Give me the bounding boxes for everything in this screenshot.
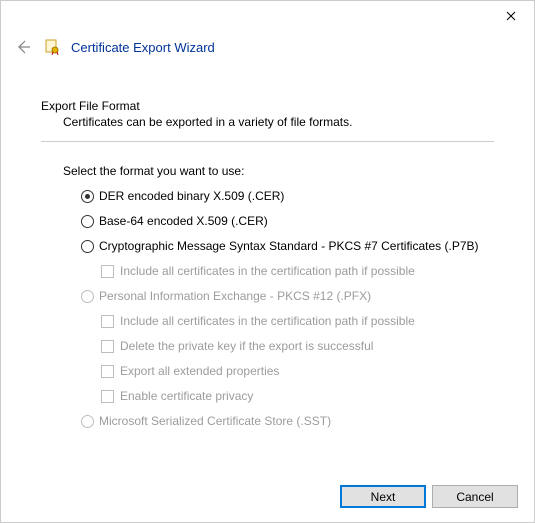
option-base64[interactable]: Base-64 encoded X.509 (.CER) — [81, 213, 494, 229]
page-heading: Export File Format — [41, 99, 494, 113]
option-label: DER encoded binary X.509 (.CER) — [99, 188, 284, 204]
close-button[interactable] — [488, 1, 534, 31]
checkbox-label: Include all certificates in the certific… — [120, 263, 415, 279]
close-icon — [506, 11, 516, 21]
checkbox-pfx-delete-key: Delete the private key if the export is … — [101, 338, 494, 354]
radio-icon — [81, 290, 94, 303]
option-der[interactable]: DER encoded binary X.509 (.CER) — [81, 188, 494, 204]
checkbox-icon — [101, 340, 114, 353]
wizard-footer: Next Cancel — [340, 485, 518, 508]
next-button[interactable]: Next — [340, 485, 426, 508]
back-arrow-icon — [15, 39, 31, 55]
radio-icon — [81, 215, 94, 228]
checkbox-pkcs7-include-chain: Include all certificates in the certific… — [101, 263, 494, 279]
option-pkcs7[interactable]: Cryptographic Message Syntax Standard - … — [81, 238, 494, 254]
radio-icon — [81, 415, 94, 428]
wizard-content: Export File Format Certificates can be e… — [1, 57, 534, 429]
cancel-button[interactable]: Cancel — [432, 485, 518, 508]
wizard-header: Certificate Export Wizard — [1, 33, 534, 57]
option-pfx: Personal Information Exchange - PKCS #12… — [81, 288, 494, 304]
option-sst: Microsoft Serialized Certificate Store (… — [81, 413, 494, 429]
certificate-icon — [43, 38, 61, 56]
checkbox-pfx-cert-privacy: Enable certificate privacy — [101, 388, 494, 404]
format-prompt: Select the format you want to use: — [41, 164, 494, 178]
option-label: Cryptographic Message Syntax Standard - … — [99, 238, 479, 254]
back-button[interactable] — [13, 37, 33, 57]
divider — [41, 141, 494, 142]
checkbox-icon — [101, 365, 114, 378]
wizard-title: Certificate Export Wizard — [71, 40, 215, 55]
option-label: Microsoft Serialized Certificate Store (… — [99, 413, 331, 429]
page-description: Certificates can be exported in a variet… — [41, 115, 494, 129]
checkbox-icon — [101, 390, 114, 403]
option-label: Base-64 encoded X.509 (.CER) — [99, 213, 268, 229]
checkbox-label: Delete the private key if the export is … — [120, 338, 373, 354]
checkbox-icon — [101, 265, 114, 278]
checkbox-pfx-include-chain: Include all certificates in the certific… — [101, 313, 494, 329]
checkbox-pfx-export-ext: Export all extended properties — [101, 363, 494, 379]
radio-icon — [81, 190, 94, 203]
option-label: Personal Information Exchange - PKCS #12… — [99, 288, 371, 304]
radio-icon — [81, 240, 94, 253]
checkbox-label: Include all certificates in the certific… — [120, 313, 415, 329]
checkbox-label: Enable certificate privacy — [120, 388, 253, 404]
format-options: DER encoded binary X.509 (.CER) Base-64 … — [41, 188, 494, 429]
checkbox-icon — [101, 315, 114, 328]
title-bar — [1, 1, 534, 33]
checkbox-label: Export all extended properties — [120, 363, 279, 379]
